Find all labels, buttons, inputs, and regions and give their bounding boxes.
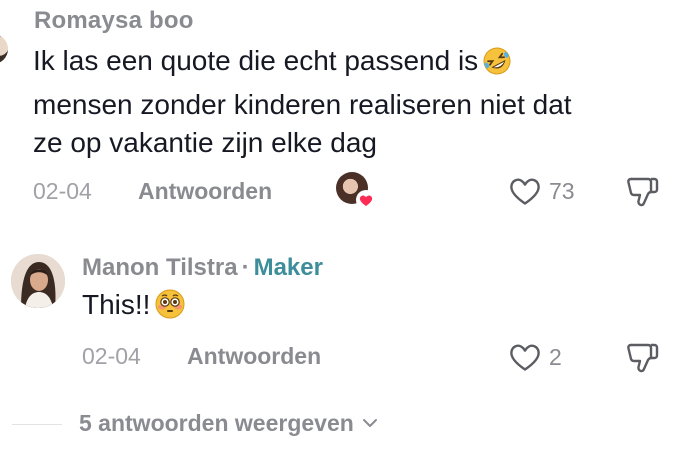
maker-avatar[interactable] [11, 254, 65, 308]
view-replies-button[interactable]: 5 antwoorden weergeven [79, 410, 378, 437]
like-count: 73 [549, 178, 575, 204]
thumbs-down-icon[interactable] [624, 172, 662, 210]
comment-line-2: mensen zonder kinderen realiseren niet d… [33, 89, 572, 120]
reply-date: 02-04 [82, 343, 141, 369]
flushed-face-emoji-icon [154, 288, 186, 330]
comment-line-1-text: Ik las een quote die echt passend is [33, 45, 479, 76]
like-count: 2 [549, 344, 562, 370]
maker-badge: Maker [253, 254, 323, 281]
reply-button[interactable]: Antwoorden [187, 343, 321, 370]
reply-text-content: This!! [82, 289, 151, 320]
heart-outline-icon[interactable] [508, 175, 542, 207]
reply-author-line: Manon Tilstra · Maker [82, 254, 323, 282]
reply-button[interactable]: Antwoorden [138, 178, 272, 205]
maker-avatar-image [11, 254, 65, 308]
commenter-avatar[interactable] [0, 34, 8, 64]
thumbs-down-icon[interactable] [624, 338, 662, 376]
reply-author[interactable]: Manon Tilstra [82, 254, 238, 281]
chevron-down-icon [362, 419, 377, 427]
rolling-on-floor-laughing-emoji-icon [482, 46, 512, 86]
view-replies-label: 5 antwoorden weergeven [79, 410, 354, 436]
heart-icon [356, 190, 376, 210]
author-separator: · [241, 254, 250, 281]
comment-author[interactable]: Romaysa boo [34, 7, 194, 35]
comment-line-3: ze op vakantie zijn elke dag [33, 127, 377, 158]
comment-text: Ik las een quote die echt passend is men… [33, 42, 673, 162]
replies-divider [12, 424, 62, 425]
comment-date: 02-04 [33, 178, 92, 204]
heart-outline-icon[interactable] [508, 341, 542, 373]
liked-by-creator-badge [336, 172, 376, 210]
reply-text: This!! [82, 286, 186, 330]
comment-line-1: Ik las een quote die echt passend is [33, 42, 673, 86]
